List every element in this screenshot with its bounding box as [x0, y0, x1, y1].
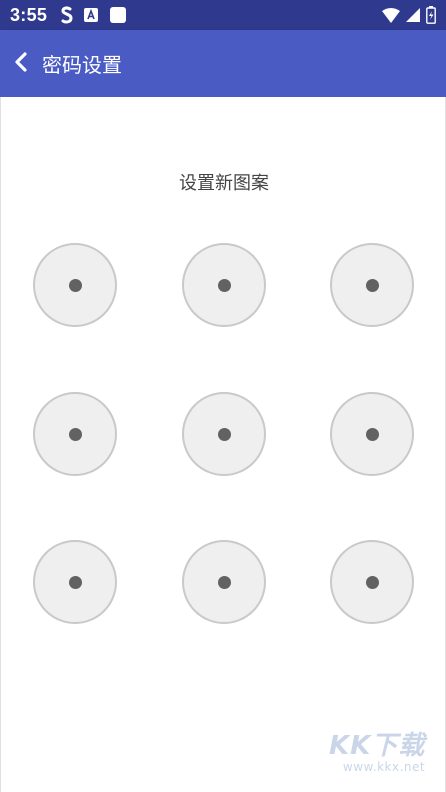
s-app-icon	[61, 6, 73, 24]
watermark-logo: KK下载 www.kkx.net	[329, 732, 439, 780]
pattern-node-9[interactable]	[330, 540, 414, 624]
wifi-icon	[382, 7, 400, 23]
pattern-node-8[interactable]	[182, 540, 266, 624]
pattern-node-5[interactable]	[182, 392, 266, 476]
pattern-node-4[interactable]	[33, 392, 117, 476]
pattern-dot	[217, 427, 231, 441]
pattern-node-1[interactable]	[33, 243, 117, 327]
pattern-dot	[365, 427, 379, 441]
status-time: 3:55	[10, 4, 48, 25]
pattern-dot	[217, 278, 231, 292]
watermark-logo-text: KK下载	[329, 731, 426, 761]
watermark-url: www.kkx.net	[342, 760, 426, 774]
pattern-node-3[interactable]	[330, 243, 414, 327]
status-notification-icons	[61, 6, 127, 24]
signal-icon	[406, 8, 420, 22]
app-bar: 密码设置	[0, 30, 446, 97]
pattern-node-6[interactable]	[330, 392, 414, 476]
pattern-dot	[365, 278, 379, 292]
pattern-node-2[interactable]	[182, 243, 266, 327]
pattern-dot	[68, 427, 82, 441]
pattern-dot	[217, 575, 231, 589]
pattern-lock-screen: 设置新图案 KK下载 www.kkx.net	[0, 97, 446, 792]
pattern-dot	[68, 575, 82, 589]
pattern-node-7[interactable]	[33, 540, 117, 624]
battery-icon	[426, 6, 436, 24]
square-app-icon	[109, 6, 127, 24]
back-button[interactable]	[0, 30, 42, 97]
status-bar: 3:55	[0, 0, 446, 30]
status-system-icons	[382, 6, 436, 24]
pattern-grid[interactable]	[1, 97, 446, 792]
pattern-dot	[68, 278, 82, 292]
page-title: 密码设置	[42, 53, 122, 77]
a-app-icon	[83, 7, 99, 23]
chevron-left-icon	[14, 51, 28, 76]
pattern-dot	[365, 575, 379, 589]
